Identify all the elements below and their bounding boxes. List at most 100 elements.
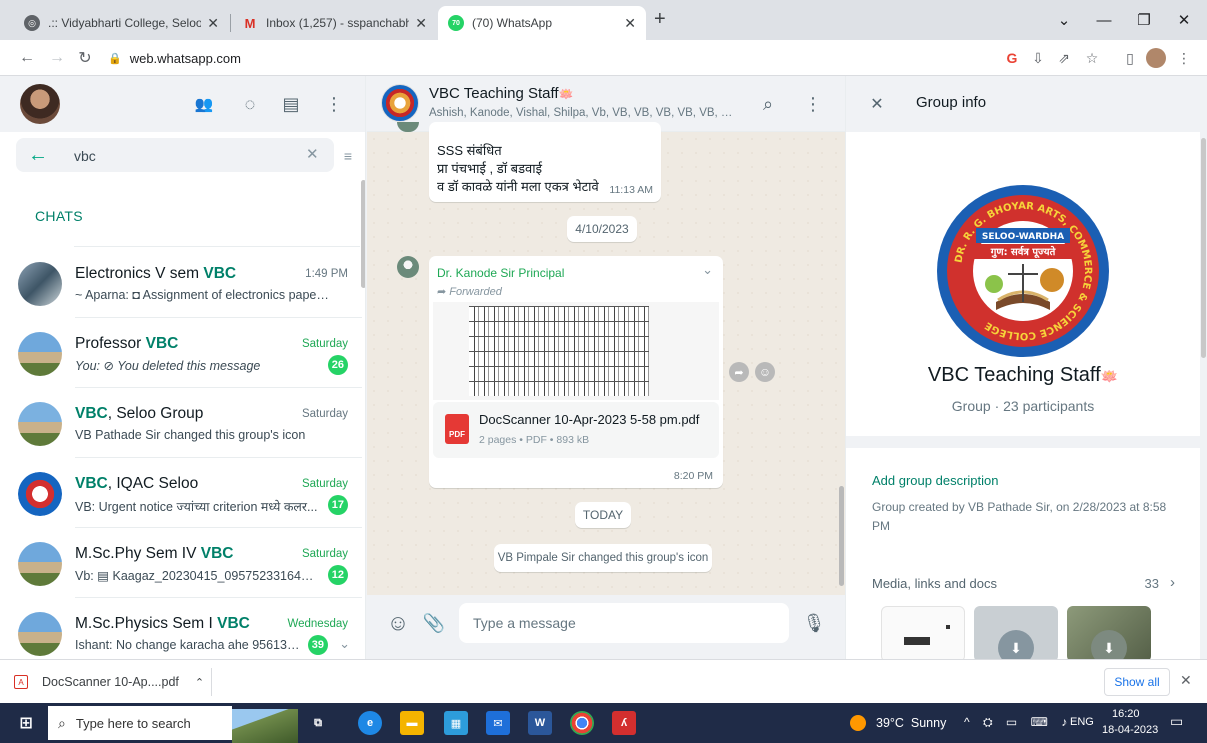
- filter-icon[interactable]: ≡: [338, 146, 358, 166]
- bookmark-star-icon[interactable]: ☆: [1082, 48, 1102, 68]
- tab-whatsapp[interactable]: 70 (70) WhatsApp ✕: [438, 6, 646, 40]
- profile-avatar[interactable]: [1146, 48, 1166, 68]
- close-icon[interactable]: ✕: [201, 15, 219, 32]
- media-thumbnail[interactable]: ⬇: [974, 606, 1058, 659]
- document-meta: 2 pages • PDF • 893 kB: [479, 434, 590, 446]
- chat-list-pane: 👥 ◌ ▤ ⋮ ← ✕ ≡ CHATS Electronics V sem VB…: [0, 76, 366, 659]
- react-emoji-icon[interactable]: ☺: [755, 362, 775, 382]
- media-thumbnail[interactable]: [881, 606, 965, 659]
- restore-icon[interactable]: ❐: [1126, 8, 1162, 32]
- logo-place-text: SELOO-WARDHA: [982, 232, 1064, 242]
- download-icon: ⬇: [998, 630, 1034, 659]
- chrome-icon[interactable]: [570, 711, 594, 735]
- group-info-scrollbar[interactable]: [1201, 138, 1206, 358]
- add-group-description-link[interactable]: Add group description: [872, 473, 998, 488]
- sender-name: Dr. Kanode Sir Principal: [437, 266, 565, 280]
- taskbar-search[interactable]: ⌕ Type here to search: [48, 706, 232, 740]
- chevron-up-icon[interactable]: ⌃: [195, 676, 204, 689]
- my-profile-avatar[interactable]: [20, 84, 60, 124]
- download-shelf: A DocScanner 10-Ap....pdf ⌃ Show all ✕: [0, 659, 1207, 703]
- communities-icon[interactable]: 👥: [191, 91, 217, 117]
- back-icon[interactable]: ←: [16, 47, 38, 69]
- microphone-icon[interactable]: 🎙: [801, 610, 827, 636]
- mail-icon[interactable]: ✉: [486, 711, 510, 735]
- menu-kebab-icon[interactable]: ⋮: [800, 91, 826, 117]
- back-arrow-icon[interactable]: ←: [28, 144, 48, 167]
- message-composer: ☺ 📎 🎙: [367, 595, 845, 659]
- side-panel-icon[interactable]: ▯: [1120, 48, 1140, 68]
- clock-time[interactable]: 16:20: [1112, 708, 1140, 720]
- google-icon[interactable]: G: [1002, 48, 1022, 68]
- chat-item-electronics[interactable]: Electronics V sem VBC 1:49 PM ~ Aparna: …: [0, 248, 362, 318]
- sender-avatar[interactable]: [397, 256, 419, 278]
- search-input[interactable]: [74, 146, 274, 166]
- forward-arrow-icon: ➦: [437, 286, 450, 298]
- close-shelf-icon[interactable]: ✕: [1180, 672, 1192, 689]
- avatar: [18, 402, 62, 446]
- message-bubble[interactable]: SSS संबंधित प्रा पंचभाई , डॉ बडवाई व डॉ …: [429, 122, 661, 202]
- window-close-icon[interactable]: ✕: [1166, 8, 1202, 32]
- status-icon[interactable]: ◌: [237, 91, 263, 117]
- word-icon[interactable]: W: [528, 711, 552, 735]
- new-tab-button[interactable]: +: [654, 8, 666, 31]
- close-icon[interactable]: ✕: [409, 15, 427, 32]
- chat-preview: VB Pathade Sir changed this group's icon: [75, 428, 306, 442]
- reload-icon[interactable]: ↻: [74, 47, 96, 69]
- system-tray-icons[interactable]: ^ ⛭ ▭ ⌨ ♪: [964, 715, 1072, 730]
- chat-time: Saturday: [301, 338, 348, 350]
- chat-item-iqac-seloo[interactable]: VBC, IQAC Seloo Saturday VB: Urgent noti…: [0, 458, 362, 528]
- chat-item-msc-phy-sem4[interactable]: M.Sc.Phy Sem IV VBC Saturday Vb: ▤ Kaaga…: [0, 528, 362, 598]
- clock-date[interactable]: 18-04-2023: [1102, 724, 1158, 736]
- media-thumbnail[interactable]: ⬇: [1067, 606, 1151, 659]
- forward-message-icon[interactable]: ➦: [729, 362, 749, 382]
- forwarded-label: ➦ Forwarded: [437, 286, 502, 298]
- tab-vidyabharti[interactable]: ◎ .:: Vidyabharti College, Seloo ::. W ✕: [14, 6, 229, 40]
- chevron-down-icon[interactable]: ⌄: [702, 262, 713, 278]
- chat-item-professor[interactable]: Professor VBC Saturday You: ⊘ You delete…: [0, 318, 362, 388]
- message-bubble-document[interactable]: Dr. Kanode Sir Principal ⌄ ➦ Forwarded P…: [429, 256, 723, 488]
- group-logo[interactable]: DR. R. G. BHOYAR ARTS, COMMERCE & SCIENC…: [936, 184, 1110, 358]
- install-icon[interactable]: ⇩: [1028, 48, 1048, 68]
- share-icon[interactable]: ⇗: [1054, 48, 1074, 68]
- chat-item-seloo-group[interactable]: VBC, Seloo Group Saturday VB Pathade Sir…: [0, 388, 362, 458]
- chat-list-scrollbar[interactable]: [361, 180, 365, 288]
- tab-title: Inbox (1,257) - sspanchabhai@gm: [266, 16, 410, 30]
- forward-icon[interactable]: →: [46, 47, 68, 69]
- notification-icon[interactable]: ▭: [1170, 713, 1183, 730]
- document-card[interactable]: PDF DocScanner 10-Apr-2023 5-58 pm.pdf 2…: [433, 402, 719, 458]
- close-icon[interactable]: ✕: [864, 91, 890, 117]
- group-avatar[interactable]: [381, 84, 419, 122]
- tab-gmail[interactable]: M Inbox (1,257) - sspanchabhai@gm ✕: [232, 6, 437, 40]
- chat-item-msc-physics-sem1[interactable]: M.Sc.Physics Sem I VBC Wednesday Ishant:…: [0, 598, 362, 659]
- emoji-icon[interactable]: ☺: [385, 610, 411, 636]
- new-chat-icon[interactable]: ▤: [278, 91, 304, 117]
- close-icon[interactable]: ✕: [618, 15, 636, 32]
- minimize-icon[interactable]: —: [1086, 8, 1122, 32]
- edge-icon[interactable]: e: [358, 711, 382, 735]
- chat-name: M.Sc.Phy Sem IV VBC: [75, 545, 234, 562]
- language-indicator[interactable]: ENG: [1070, 716, 1094, 728]
- chevron-down-icon[interactable]: ⌄: [339, 636, 350, 652]
- acrobat-icon[interactable]: ʎ: [612, 711, 636, 735]
- store-icon[interactable]: ▦: [444, 711, 468, 735]
- task-view-icon[interactable]: ⧉: [306, 711, 330, 735]
- document-preview[interactable]: [433, 302, 719, 400]
- address-bar[interactable]: 🔒 web.whatsapp.com: [108, 45, 988, 71]
- clear-search-icon[interactable]: ✕: [306, 145, 319, 163]
- file-explorer-icon[interactable]: ▬: [400, 711, 424, 735]
- conversation-scrollbar[interactable]: [839, 486, 844, 586]
- chat-preview: Vb: ▤ Kaagaz_20230415_095752331649 (1)..…: [75, 569, 320, 583]
- menu-kebab-icon[interactable]: ⋮: [1174, 48, 1194, 68]
- show-all-button[interactable]: Show all: [1104, 668, 1170, 696]
- search-icon[interactable]: ⌕: [755, 91, 781, 117]
- menu-kebab-icon[interactable]: ⋮: [321, 91, 347, 117]
- media-links-docs-row[interactable]: Media, links and docs 33 ›: [872, 574, 1177, 594]
- message-input[interactable]: [459, 603, 789, 643]
- weather-text[interactable]: 39°C Sunny: [876, 716, 946, 730]
- windows-start-icon[interactable]: ⊞: [14, 711, 38, 735]
- attach-icon[interactable]: 📎: [421, 610, 447, 636]
- download-item[interactable]: A DocScanner 10-Ap....pdf ⌃: [14, 668, 212, 696]
- tab-search-icon[interactable]: ⌄: [1046, 8, 1082, 32]
- unread-badge: 26: [327, 355, 348, 375]
- chat-name: VBC, IQAC Seloo: [75, 475, 199, 492]
